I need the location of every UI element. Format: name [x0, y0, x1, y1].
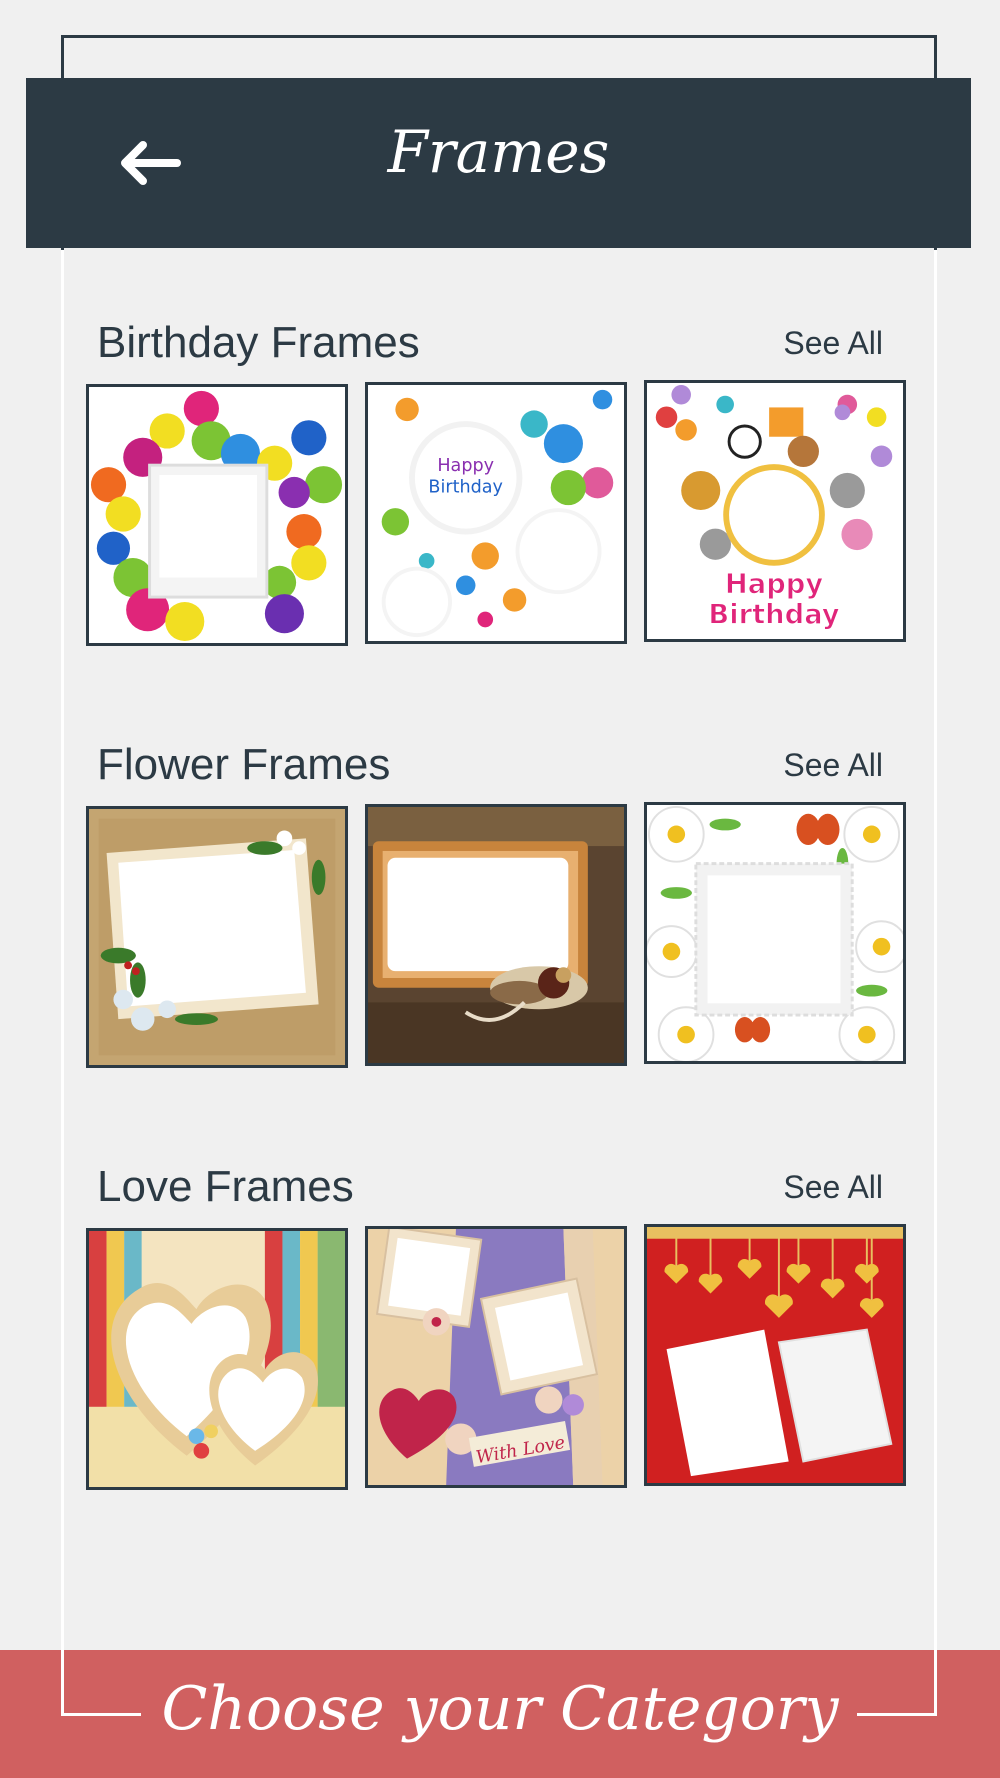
- scrapbook-frame-image: With Love: [368, 1229, 624, 1485]
- birthday-frame-confetti[interactable]: Happy Birthday: [365, 382, 627, 644]
- section-title: Birthday Frames: [97, 318, 420, 367]
- decorative-corner: [61, 1650, 64, 1716]
- section-title: Flower Frames: [97, 740, 391, 789]
- animals-frame-image: Happy Birthday: [647, 383, 903, 639]
- section-header-flower: Flower Frames See All: [97, 740, 887, 790]
- birthday-frame-balloons[interactable]: [86, 384, 348, 646]
- see-all-love-button[interactable]: See All: [783, 1169, 887, 1206]
- svg-text:Birthday: Birthday: [708, 599, 839, 630]
- flower-frame-daisies[interactable]: [644, 802, 906, 1064]
- daisies-frame-image: [647, 805, 903, 1061]
- flower-frame-vintage[interactable]: [365, 804, 627, 1066]
- footer-bar: Choose your Category: [0, 1650, 1000, 1778]
- decorative-corner: [61, 1713, 141, 1716]
- confetti-frame-image: Happy Birthday: [368, 385, 624, 641]
- decorative-corner: [934, 1650, 937, 1716]
- footer-label: Choose your Category: [161, 1674, 839, 1744]
- burlap-frame-image: [89, 809, 345, 1065]
- red-hearts-frame-image: [647, 1227, 903, 1483]
- section-title: Love Frames: [97, 1162, 354, 1211]
- decorative-corner: [857, 1713, 937, 1716]
- page-title: Frames: [387, 118, 610, 186]
- svg-text:Birthday: Birthday: [428, 477, 503, 497]
- section-header-love: Love Frames See All: [97, 1162, 887, 1212]
- see-all-birthday-button[interactable]: See All: [783, 325, 887, 362]
- birthday-frame-animals[interactable]: Happy Birthday: [644, 380, 906, 642]
- love-frame-scrapbook[interactable]: With Love: [365, 1226, 627, 1488]
- love-frame-red-hearts[interactable]: [644, 1224, 906, 1486]
- love-frame-hearts[interactable]: [86, 1228, 348, 1490]
- svg-text:Happy: Happy: [725, 569, 823, 600]
- balloons-frame-image: [89, 387, 345, 643]
- app-bar: Frames: [26, 78, 971, 248]
- happy-birthday-text: Happy: [437, 456, 494, 476]
- hearts-frame-image: [89, 1231, 345, 1487]
- see-all-flower-button[interactable]: See All: [783, 747, 887, 784]
- flower-frame-burlap[interactable]: [86, 806, 348, 1068]
- vintage-frame-image: [368, 807, 624, 1063]
- section-header-birthday: Birthday Frames See All: [97, 318, 887, 368]
